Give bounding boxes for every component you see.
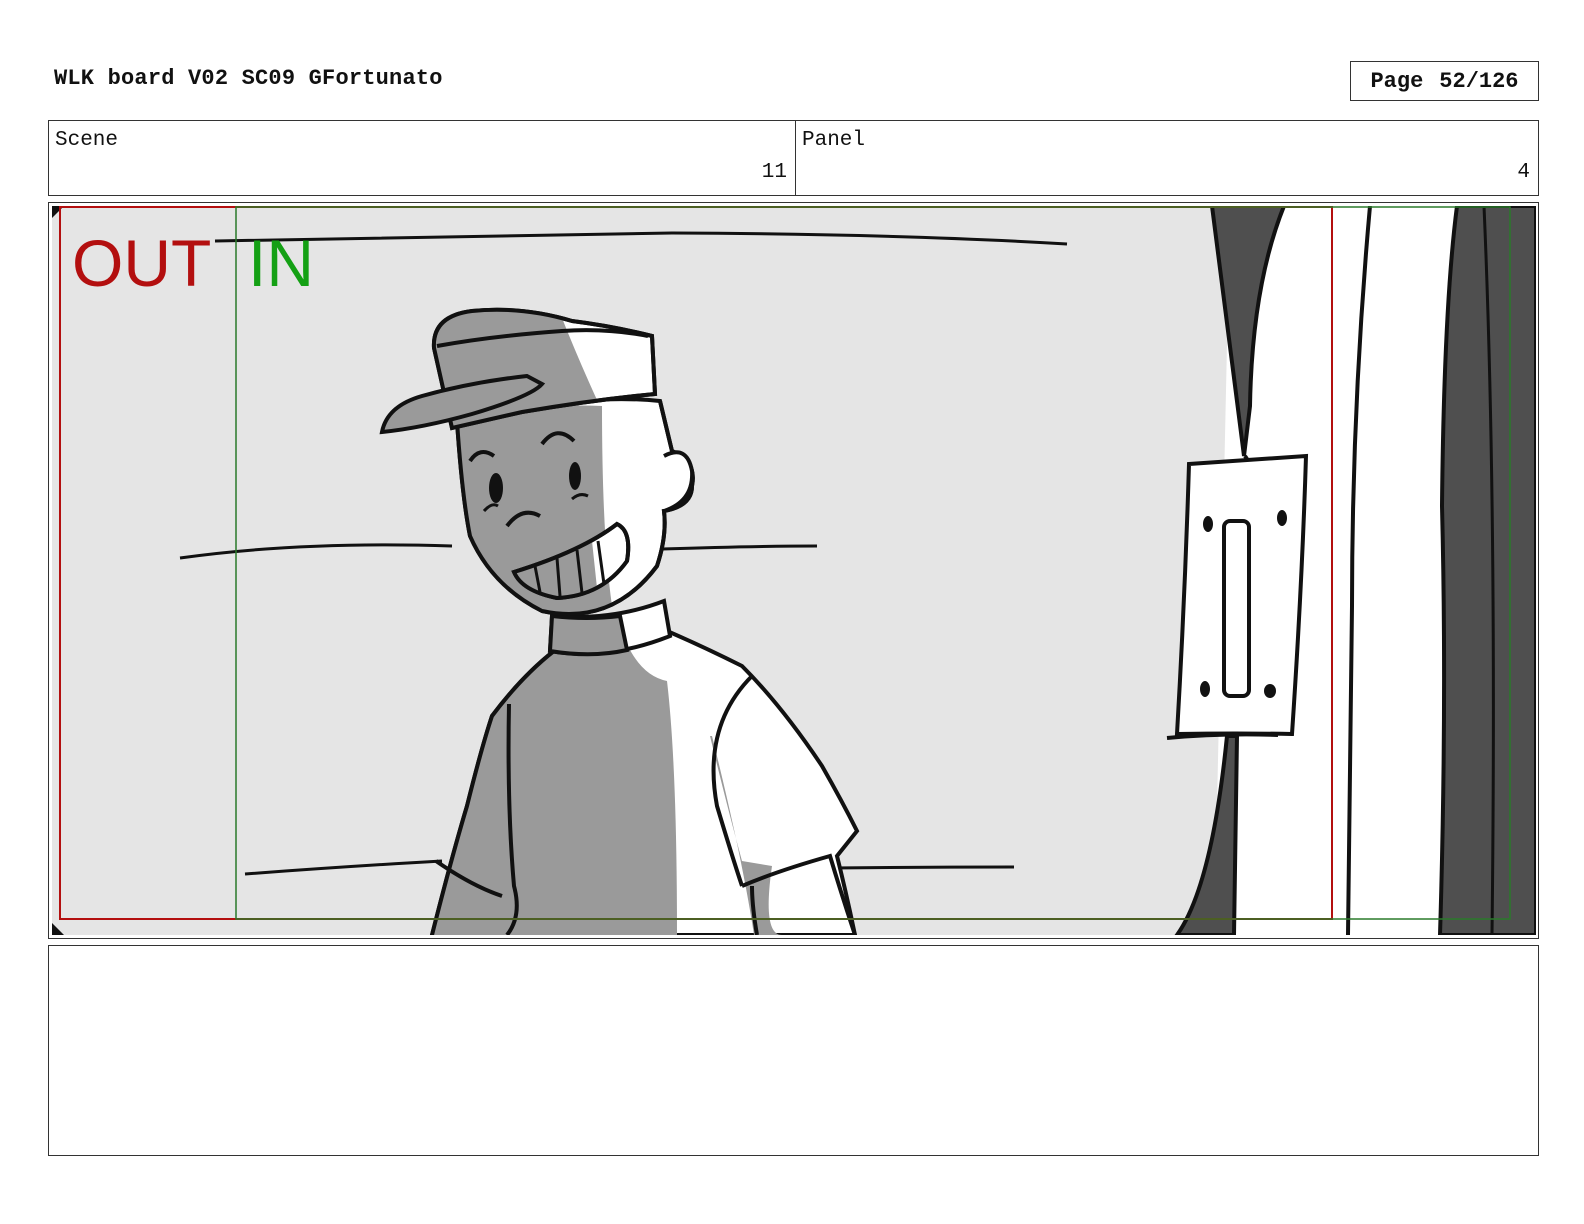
notes-box[interactable] (48, 945, 1539, 1156)
out-marker-label: OUT (72, 226, 211, 300)
panel-label: Panel (802, 129, 866, 152)
scene-cell: Scene 11 (49, 121, 796, 195)
panel-cell: Panel 4 (796, 121, 1538, 195)
info-row: Scene 11 Panel 4 (48, 120, 1539, 196)
document-title: WLK board V02 SC09 GFortunato (54, 66, 443, 91)
in-marker-label: IN (248, 226, 314, 300)
page-label: Page (1370, 68, 1424, 94)
scene-label: Scene (55, 129, 119, 152)
scene-number: 11 (761, 161, 787, 184)
light-switch (1166, 453, 1309, 740)
page-number: 52/126 (1439, 68, 1519, 94)
page-indicator: Page 52/126 (1350, 61, 1539, 101)
storyboard-drawing: OUT IN (52, 206, 1536, 935)
panel-number: 4 (1517, 161, 1530, 184)
